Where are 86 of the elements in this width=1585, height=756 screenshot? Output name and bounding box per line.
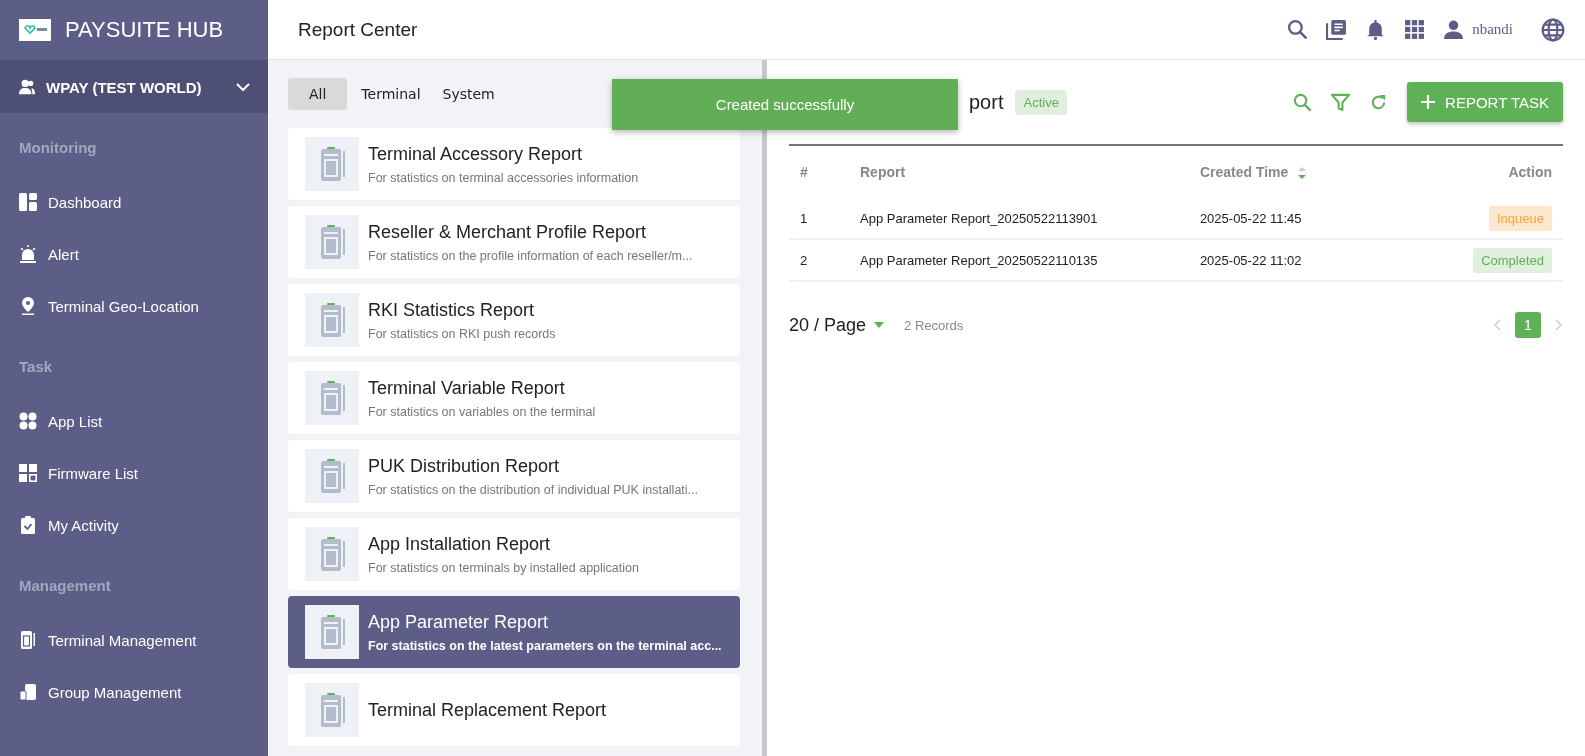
table-cell: App Parameter Report_20250522113901 (849, 198, 1189, 239)
report-card[interactable]: RKI Statistics Report For statistics on RKI push records (288, 284, 740, 356)
report-description: For statistics on RKI push records (368, 326, 556, 341)
clipboard-icon (305, 605, 359, 659)
column-header: Report (859, 163, 907, 182)
user-icon (1443, 19, 1465, 40)
report-description: For statistics on the profile information of each reseller/m... (368, 248, 693, 263)
device-icon (19, 631, 37, 649)
filter-tab[interactable]: System (434, 78, 503, 110)
report-card[interactable]: Terminal Replacement Report (288, 674, 740, 746)
nav-item[interactable]: Group Management (0, 666, 268, 718)
status-badge: Completed (1473, 247, 1552, 273)
column-header[interactable]: Created Time (1188, 146, 1431, 198)
report-description: For statistics on terminal accessories information (368, 170, 639, 185)
nav-item[interactable]: Firmware List (0, 447, 268, 499)
report-description: For statistics on variables on the terminal (368, 404, 596, 419)
page-size-selector[interactable]: 20 / Page (789, 314, 885, 336)
report-title: Terminal Variable Report (368, 377, 566, 399)
sort-icon (1298, 167, 1307, 180)
plus-icon (1421, 95, 1436, 109)
users-icon (18, 78, 36, 96)
grid-icon (19, 464, 37, 482)
dashboard-icon (19, 193, 37, 211)
clipboard-icon (305, 683, 359, 737)
toast-notification: Created successfully (612, 79, 958, 130)
report-card[interactable]: Terminal Variable Report For statistics on variables on the terminal (288, 362, 740, 434)
apps-icon (19, 412, 37, 430)
siren-icon (19, 245, 37, 263)
clipboard-icon (305, 293, 359, 347)
report-title: PUK Distribution Report (368, 455, 561, 477)
location-pin-icon (19, 297, 37, 315)
filter-tab[interactable]: Terminal (353, 78, 429, 110)
search-icon[interactable] (1293, 92, 1313, 112)
report-description: For statistics on terminals by installed application (368, 560, 639, 575)
report-title: Terminal Accessory Report (368, 143, 584, 165)
report-description: For statistics on the distribution of individual PUK installati... (368, 482, 698, 497)
clipboard-icon (305, 449, 359, 503)
nav-item[interactable]: Terminal Geo-Location (0, 280, 268, 332)
filter-tab[interactable]: All (288, 78, 348, 110)
table-cell: 1 (789, 198, 849, 239)
report-title: App Parameter Report (368, 611, 550, 633)
clipboard-icon (305, 137, 359, 191)
record-count: 2 Records (904, 317, 964, 333)
nav-item[interactable]: Alert (0, 228, 268, 280)
status-badge: Inqueue (1489, 205, 1552, 231)
report-title: RKI Statistics Report (368, 299, 536, 321)
clipboard-icon (305, 215, 359, 269)
chevron-down-icon (236, 83, 250, 91)
section-heading: Management (18, 577, 112, 594)
page-title: Report Center (298, 18, 419, 41)
report-description: For statistics on the latest parameters on the terminal acc... (368, 638, 722, 653)
devices-icon (19, 683, 37, 701)
search-icon[interactable] (1287, 19, 1309, 40)
section-heading: Monitoring (18, 139, 98, 156)
clipboard-check-icon (19, 516, 37, 534)
nav-item[interactable]: My Activity (0, 499, 268, 551)
document-stack-icon[interactable] (1326, 19, 1348, 40)
report-card[interactable]: Reseller & Merchant Profile Report For statistics on the profile information of each reseller/m... (288, 206, 740, 278)
brand-title: PAYSUITE HUB (65, 17, 224, 43)
filter-icon[interactable] (1331, 92, 1351, 112)
caret-down-icon (874, 322, 885, 328)
table-cell: 2025-05-22 11:45 (1188, 198, 1431, 239)
status-badge: Active (1015, 89, 1067, 115)
organization-selector[interactable]: WPAY (TEST WORLD) (0, 61, 268, 113)
globe-icon[interactable] (1541, 17, 1565, 42)
clipboard-icon (305, 527, 359, 581)
column-header: Action (1507, 163, 1553, 182)
table-cell: App Parameter Report_20250522110135 (849, 239, 1189, 281)
table-cell: 2 (789, 239, 849, 281)
nav-item[interactable]: App List (0, 395, 268, 447)
nav-item[interactable]: Dashboard (0, 176, 268, 228)
nav-item[interactable]: Terminal Management (0, 614, 268, 666)
report-card[interactable]: PUK Distribution Report For statistics on the distribution of individual PUK installati... (288, 440, 740, 512)
report-title: App Installation Report (368, 533, 552, 555)
table-cell: 2025-05-22 11:02 (1188, 239, 1431, 281)
section-heading: Task (18, 358, 54, 375)
clipboard-icon (305, 371, 359, 425)
report-card[interactable]: Terminal Accessory Report For statistics on terminal accessories information (288, 128, 740, 200)
apps-grid-icon[interactable] (1404, 19, 1426, 40)
report-card[interactable]: App Installation Report For statistics on terminals by installed application (288, 518, 740, 590)
report-title: Terminal Replacement Report (368, 699, 607, 721)
report-name: port (969, 90, 1004, 114)
column-header: # (799, 163, 809, 182)
report-card[interactable]: App Parameter Report For statistics on the latest parameters on the terminal acc... (288, 596, 740, 668)
report-title: Reseller & Merchant Profile Report (368, 221, 648, 243)
user-menu[interactable]: nbandi (1443, 19, 1513, 40)
